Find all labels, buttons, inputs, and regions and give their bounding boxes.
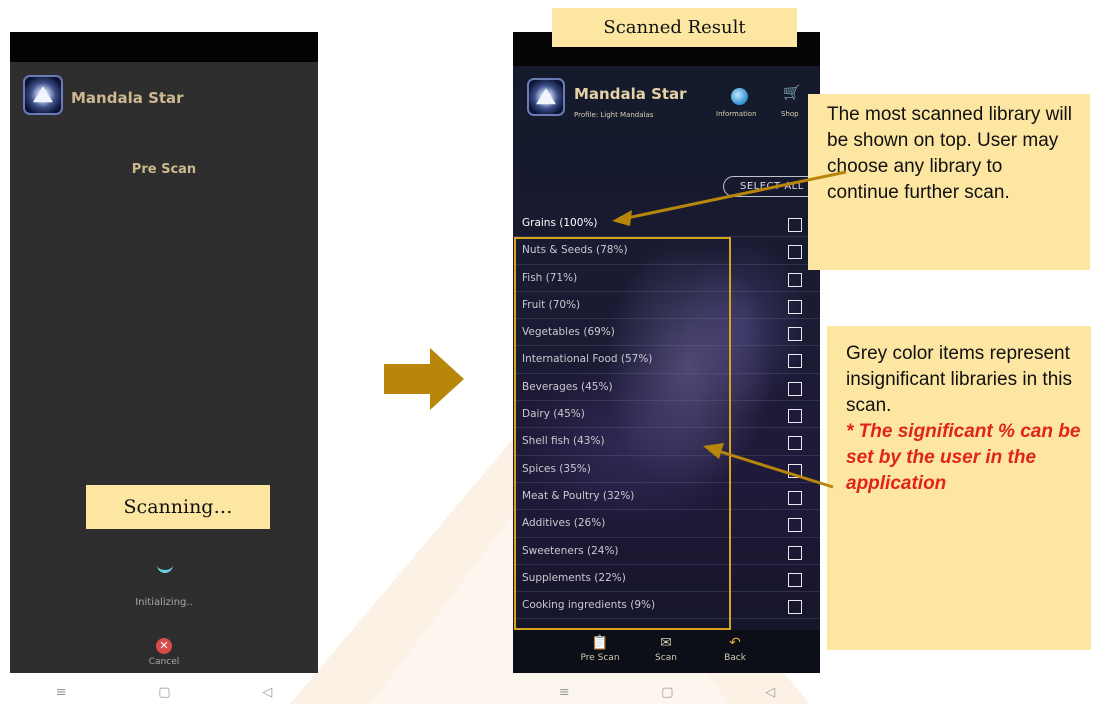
library-checkbox[interactable]	[788, 299, 802, 314]
insignificant-libraries-highlight	[514, 237, 731, 630]
home-nav-icon[interactable]: ▢	[158, 685, 170, 700]
library-order-callout: The most scanned library will be shown o…	[808, 94, 1090, 270]
app-title: Mandala Star	[574, 85, 687, 103]
library-checkbox[interactable]	[788, 409, 802, 424]
scan-nav-button[interactable]: ✉ Scan	[636, 633, 696, 663]
library-checkbox[interactable]	[788, 272, 802, 287]
library-checkbox[interactable]	[788, 572, 802, 587]
mandala-logo-icon	[23, 75, 63, 115]
back-nav-icon[interactable]: ◁	[765, 685, 775, 700]
mandala-logo-icon	[527, 78, 565, 116]
pre-scan-nav-button[interactable]: 📋 Pre Scan	[570, 633, 630, 663]
home-nav-icon[interactable]: ▢	[661, 685, 673, 700]
menu-nav-icon[interactable]: ≡	[56, 685, 67, 700]
shop-cart-icon[interactable]: 🛒	[783, 85, 800, 101]
library-checkbox[interactable]	[788, 327, 802, 342]
scanning-callout: Scanning…	[86, 485, 270, 529]
pre-scan-label: Pre Scan	[580, 653, 620, 663]
library-checkbox[interactable]	[788, 436, 802, 451]
library-checkbox[interactable]	[788, 218, 802, 232]
screen-title: Pre Scan	[131, 162, 197, 177]
back-arrow-icon: ↶	[729, 635, 741, 651]
library-checkbox[interactable]	[788, 545, 802, 560]
library-checkbox[interactable]	[788, 463, 802, 478]
menu-nav-icon[interactable]: ≡	[559, 685, 570, 700]
pre-scan-icon: 📋	[591, 635, 609, 651]
back-nav-button[interactable]: ↶ Back	[705, 633, 765, 663]
library-checkbox[interactable]	[788, 381, 802, 396]
grey-items-callout: Grey color items represent insignificant…	[827, 326, 1091, 650]
cancel-icon[interactable]: ✕	[156, 638, 172, 654]
app-title: Mandala Star	[71, 89, 184, 107]
library-label: Grains (100%)	[522, 217, 598, 229]
library-checkbox[interactable]	[788, 490, 802, 505]
back-nav-icon[interactable]: ◁	[262, 685, 272, 700]
library-checkbox[interactable]	[788, 245, 802, 260]
left-system-nav: ≡ ▢ ◁	[10, 682, 318, 702]
screenshot-canvas: Mandala Star Pre Scan Initializing.. ✕ C…	[0, 0, 1109, 704]
scan-icon: ✉	[660, 635, 672, 651]
loading-spinner-icon	[157, 565, 173, 573]
significant-percent-note: * The significant % can be set by the us…	[846, 421, 1081, 494]
shop-label[interactable]: Shop	[781, 110, 799, 118]
information-icon[interactable]	[731, 88, 748, 105]
library-row[interactable]: Grains (100%)	[513, 210, 820, 238]
library-checkbox[interactable]	[788, 354, 802, 369]
scanned-result-callout: Scanned Result	[552, 8, 797, 47]
library-checkbox[interactable]	[788, 518, 802, 533]
pre-scan-phone-screen: Mandala Star Pre Scan Initializing.. ✕ C…	[10, 32, 318, 673]
cancel-button-label[interactable]: Cancel	[10, 657, 318, 667]
scan-label: Scan	[655, 653, 677, 663]
bottom-navigation: 📋 Pre Scan ✉ Scan ↶ Back	[513, 630, 820, 673]
back-label: Back	[724, 653, 746, 663]
profile-label: Profile: Light Mandalas	[574, 111, 654, 119]
select-all-button[interactable]: SELECT ALL	[723, 176, 820, 197]
information-label[interactable]: Information	[716, 110, 757, 118]
status-text: Initializing..	[135, 597, 193, 608]
status-bar	[10, 32, 318, 62]
transition-arrow-icon	[384, 348, 464, 410]
library-checkbox[interactable]	[788, 600, 802, 615]
right-system-nav: ≡ ▢ ◁	[513, 682, 821, 702]
grey-items-text: Grey color items represent insignificant…	[846, 343, 1072, 416]
